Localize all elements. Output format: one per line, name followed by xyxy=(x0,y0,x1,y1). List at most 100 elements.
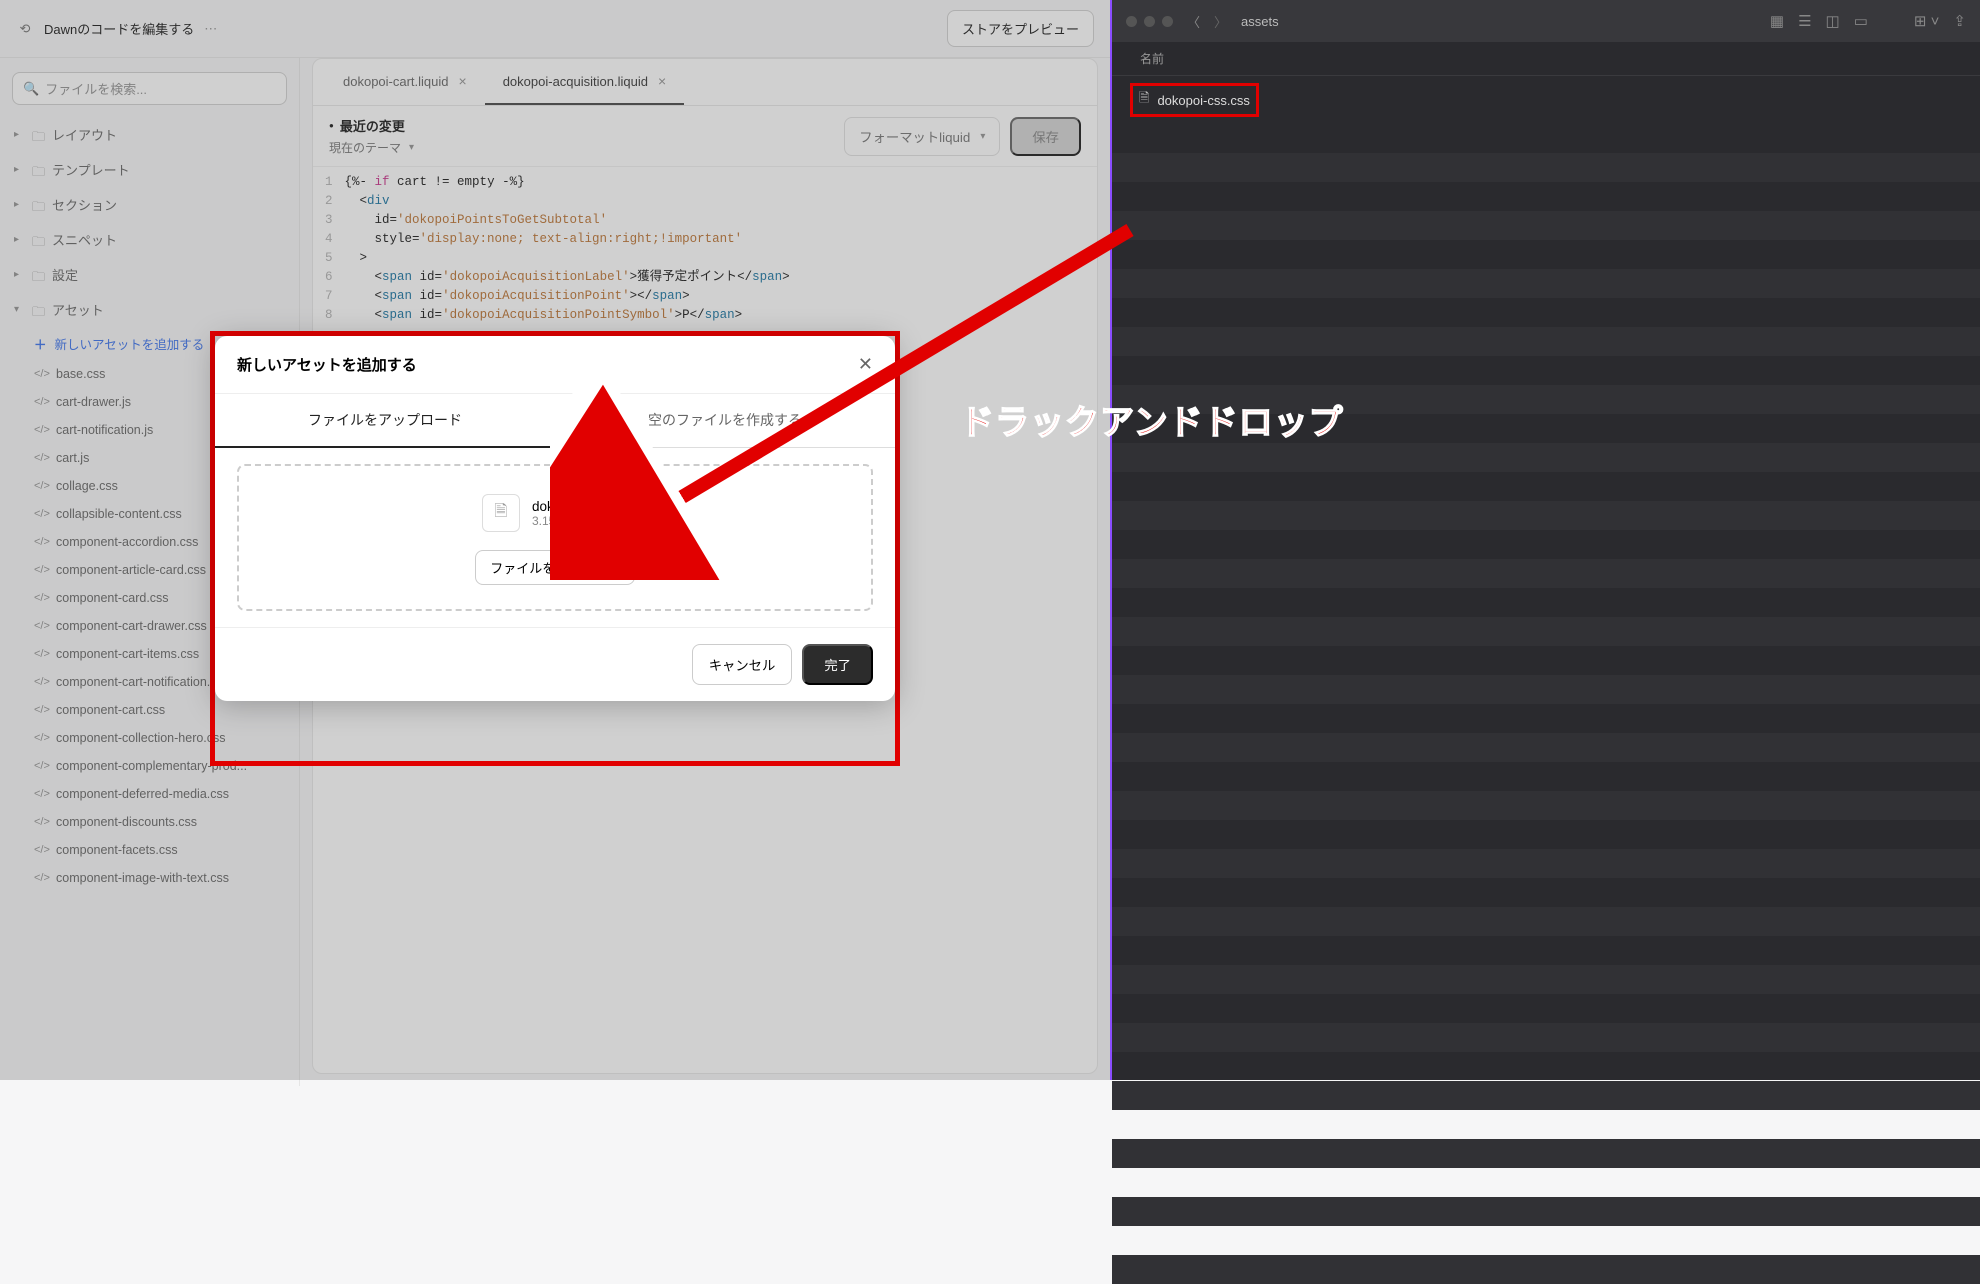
finder-empty-row xyxy=(1112,472,1980,501)
share-icon[interactable]: ⇪ xyxy=(1953,12,1966,30)
tree-section-2[interactable]: ▸🗀セクション xyxy=(0,187,299,222)
code-file-icon: </> xyxy=(34,368,48,380)
editor-tab[interactable]: dokopoi-cart.liquid× xyxy=(325,59,485,105)
finder-column-name[interactable]: 名前 xyxy=(1112,42,1980,76)
uploaded-file-name: dokopoi-css.css xyxy=(532,499,628,514)
code-file-icon: </> xyxy=(34,704,48,716)
code-file-icon: </> xyxy=(34,648,48,660)
finder-empty-row xyxy=(1112,1139,1980,1168)
search-input[interactable]: 🔍 ファイルを検索... xyxy=(12,72,287,105)
nav-back-icon[interactable]: 〈 xyxy=(1187,12,1200,31)
finder-empty-row xyxy=(1112,1081,1980,1110)
back-icon[interactable]: ⟲ xyxy=(16,20,34,38)
finder-empty-row xyxy=(1112,849,1980,878)
code-file-icon: </> xyxy=(34,396,48,408)
finder-empty-row xyxy=(1112,820,1980,849)
code-file-icon: </> xyxy=(34,788,48,800)
file-icon: 🗎 xyxy=(1139,89,1149,111)
code-file-icon: </> xyxy=(34,592,48,604)
finder-empty-row xyxy=(1112,588,1980,617)
asset-file[interactable]: </>component-image-with-text.css xyxy=(0,864,299,892)
asset-file[interactable]: </>component-collection-hero.css xyxy=(0,724,299,752)
asset-file[interactable]: </>component-discounts.css xyxy=(0,808,299,836)
window-traffic-lights[interactable] xyxy=(1126,16,1173,27)
tab-close-icon[interactable]: × xyxy=(459,73,467,89)
finder-empty-row xyxy=(1112,936,1980,965)
cancel-button[interactable]: キャンセル xyxy=(692,644,793,685)
more-icon[interactable]: ⋯ xyxy=(204,21,217,37)
finder-empty-row xyxy=(1112,240,1980,269)
finder-empty-row xyxy=(1112,1168,1980,1197)
nav-forward-icon[interactable]: 〉 xyxy=(1214,12,1227,31)
code-file-icon: </> xyxy=(34,872,48,884)
finder-empty-row xyxy=(1112,965,1980,994)
uploaded-file-size: 3.15KB xyxy=(532,514,628,528)
tab-close-icon[interactable]: × xyxy=(658,73,666,89)
finder-empty-row xyxy=(1112,153,1980,182)
view-icon-gallery[interactable]: ▭ xyxy=(1854,12,1868,30)
folder-icon: 🗀 xyxy=(32,303,46,317)
code-file-icon: </> xyxy=(34,564,48,576)
finder-empty-row xyxy=(1112,1255,1980,1284)
replace-file-button[interactable]: ファイルを置き換える xyxy=(475,550,635,585)
tree-section-0[interactable]: ▸🗀レイアウト xyxy=(0,117,299,152)
finder-empty-row xyxy=(1112,269,1980,298)
asset-file[interactable]: </>component-deferred-media.css xyxy=(0,780,299,808)
code-file-icon: </> xyxy=(34,676,48,688)
search-placeholder: ファイルを検索... xyxy=(45,79,147,98)
view-icon-columns[interactable]: ◫ xyxy=(1826,12,1840,30)
finder-empty-row xyxy=(1112,791,1980,820)
close-icon[interactable]: ✕ xyxy=(858,354,873,375)
finder-empty-row xyxy=(1112,298,1980,327)
asset-file[interactable]: </>component-facets.css xyxy=(0,836,299,864)
finder-empty-row xyxy=(1112,530,1980,559)
finder-empty-row xyxy=(1112,1110,1980,1139)
upload-dropzone[interactable]: 🗎 dokopoi-css.css 3.15KB ファイルを置き換える xyxy=(237,464,873,611)
code-file-icon: </> xyxy=(34,760,48,772)
finder-empty-row xyxy=(1112,704,1980,733)
group-icon[interactable]: ⊞ ˅ xyxy=(1914,12,1940,30)
finder-empty-row xyxy=(1112,124,1980,153)
code-file-icon: </> xyxy=(34,452,48,464)
tab-upload-file[interactable]: ファイルをアップロード xyxy=(215,394,555,448)
finder-empty-row xyxy=(1112,617,1980,646)
code-file-icon: </> xyxy=(34,620,48,632)
tree-section-5[interactable]: ▾🗀アセット xyxy=(0,292,299,327)
finder-empty-row xyxy=(1112,1197,1980,1226)
view-icon-grid[interactable]: ▦ xyxy=(1770,12,1784,30)
theme-selector[interactable]: 現在のテーマ xyxy=(329,139,414,156)
code-file-icon: </> xyxy=(34,508,48,520)
finder-empty-row xyxy=(1112,327,1980,356)
finder-path: assets xyxy=(1241,14,1279,29)
finder-empty-row xyxy=(1112,1052,1980,1081)
search-icon: 🔍 xyxy=(23,81,39,97)
format-liquid-button[interactable]: フォーマットliquid xyxy=(844,117,1000,156)
finder-empty-row xyxy=(1112,211,1980,240)
add-asset-modal: 新しいアセットを追加する ✕ ファイルをアップロード 空のファイルを作成する 🗎… xyxy=(215,336,895,701)
tab-create-blank[interactable]: 空のファイルを作成する xyxy=(555,394,895,448)
finder-empty-row xyxy=(1112,646,1980,675)
finder-file-row[interactable]: 🗎 dokopoi-css.css xyxy=(1112,76,1980,124)
tree-section-4[interactable]: ▸🗀設定 xyxy=(0,257,299,292)
finder-file-name: dokopoi-css.css xyxy=(1157,93,1249,108)
code-file-icon: </> xyxy=(34,844,48,856)
tree-section-3[interactable]: ▸🗀スニペット xyxy=(0,222,299,257)
finder-empty-row xyxy=(1112,559,1980,588)
finder-empty-row xyxy=(1112,762,1980,791)
preview-store-button[interactable]: ストアをプレビュー xyxy=(947,10,1094,47)
finder-empty-row xyxy=(1112,878,1980,907)
save-button[interactable]: 保存 xyxy=(1010,117,1081,156)
finder-empty-row xyxy=(1112,501,1980,530)
modal-title: 新しいアセットを追加する xyxy=(237,354,417,375)
folder-icon: 🗀 xyxy=(32,233,46,247)
file-icon: 🗎 xyxy=(482,494,520,532)
asset-file[interactable]: </>component-complementary-prod... xyxy=(0,752,299,780)
finder-empty-row xyxy=(1112,356,1980,385)
editor-tab[interactable]: dokopoi-acquisition.liquid× xyxy=(485,59,684,105)
code-file-icon: </> xyxy=(34,732,48,744)
view-icon-list[interactable]: ☰ xyxy=(1798,12,1811,30)
done-button[interactable]: 完了 xyxy=(802,644,873,685)
folder-icon: 🗀 xyxy=(32,163,46,177)
finder-empty-row xyxy=(1112,1023,1980,1052)
tree-section-1[interactable]: ▸🗀テンプレート xyxy=(0,152,299,187)
